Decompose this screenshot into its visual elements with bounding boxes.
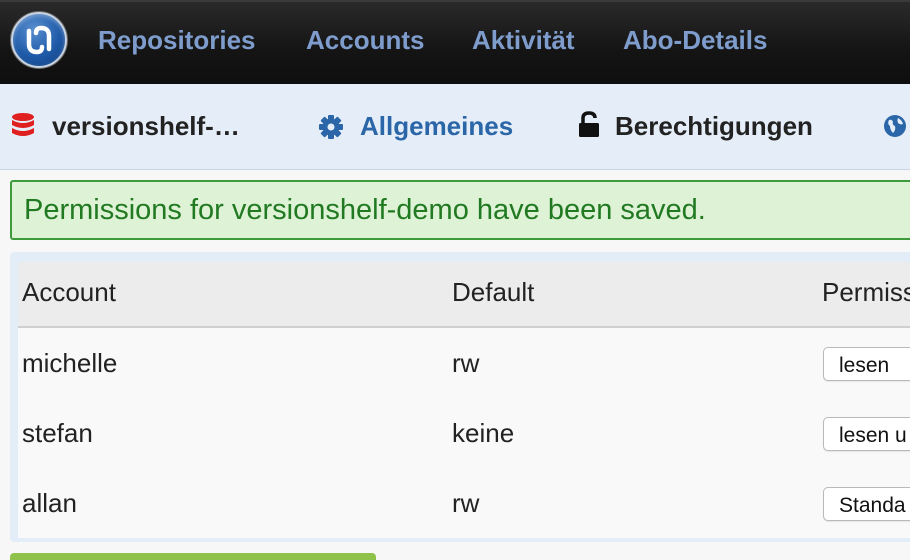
save-button[interactable]	[10, 553, 376, 560]
gear-icon	[319, 115, 343, 139]
nav-accounts[interactable]: Accounts	[306, 25, 424, 56]
database-icon	[12, 113, 34, 136]
nav-repositories[interactable]: Repositories	[98, 25, 256, 56]
column-header-permission: Permiss	[822, 277, 910, 307]
nav-aktivitaet[interactable]: Aktivität	[472, 25, 575, 56]
tab-berechtigungen[interactable]: Berechtigungen	[578, 111, 813, 142]
permission-select[interactable]: lesen	[823, 347, 910, 381]
cell-account: stefan	[22, 418, 93, 448]
globe-icon[interactable]	[883, 114, 907, 138]
cell-default: rw	[452, 348, 480, 378]
unlock-icon	[579, 111, 599, 137]
permission-select[interactable]: Standa	[823, 487, 910, 521]
nav-abo-details[interactable]: Abo-Details	[623, 25, 767, 56]
success-alert: Permissions for versionshelf-demo have b…	[10, 180, 910, 240]
tab-allgemeines-label: Allgemeines	[360, 111, 514, 141]
repository-name: versionshelf-…	[52, 111, 240, 141]
cell-account: allan	[22, 488, 77, 518]
tab-allgemeines[interactable]: Allgemeines	[318, 111, 513, 142]
permission-select[interactable]: lesen u	[823, 417, 910, 451]
column-header-account: Account	[22, 277, 116, 307]
tab-berechtigungen-label: Berechtigungen	[615, 111, 813, 141]
app-logo[interactable]	[11, 12, 67, 68]
cell-default: rw	[452, 488, 480, 518]
cell-account: michelle	[22, 348, 118, 378]
alert-message: Permissions for versionshelf-demo have b…	[24, 194, 706, 226]
column-header-default: Default	[452, 277, 535, 307]
cell-default: keine	[452, 418, 515, 448]
logo-glyph-icon	[26, 25, 52, 55]
